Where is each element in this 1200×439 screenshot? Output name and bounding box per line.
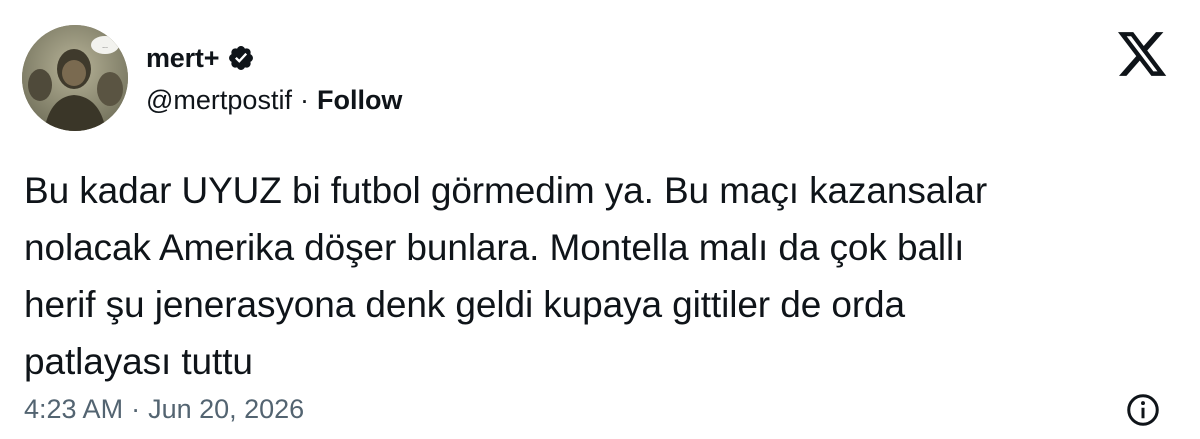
user-handle[interactable]: @mertpostif <box>146 85 292 116</box>
tweet-date[interactable]: Jun 20, 2026 <box>148 394 304 425</box>
timestamp-separator: · <box>131 393 141 424</box>
tweet-text-line: nolacak Amerika döşer bunlara. Montella … <box>24 227 965 268</box>
svg-text:...: ... <box>102 43 108 50</box>
display-name[interactable]: mert+ <box>146 43 219 74</box>
x-logo-icon[interactable] <box>1118 32 1168 78</box>
tweet-card: ... mert+ @mertpostif · Follow Bu kadar … <box>0 0 1200 439</box>
author-name-row: mert+ <box>146 40 255 76</box>
avatar[interactable]: ... <box>22 25 128 131</box>
tweet-text-line: Bu kadar UYUZ bi futbol görmedim ya. Bu … <box>24 170 988 211</box>
tweet-text: Bu kadar UYUZ bi futbol görmedim ya. Bu … <box>24 162 1174 390</box>
handle-separator: · <box>299 84 309 115</box>
tweet-text-line: herif şu jenerasyona denk geldi kupaya g… <box>24 284 906 325</box>
tweet-time[interactable]: 4:23 AM <box>24 394 123 425</box>
tweet-timestamp[interactable]: 4:23 AM · Jun 20, 2026 <box>24 391 304 427</box>
info-icon[interactable] <box>1125 392 1161 428</box>
tweet-text-line: patlayası tuttu <box>24 341 253 382</box>
follow-button[interactable]: Follow <box>317 85 402 116</box>
verified-badge-icon <box>227 44 255 72</box>
handle-row: @mertpostif · Follow <box>146 82 402 118</box>
